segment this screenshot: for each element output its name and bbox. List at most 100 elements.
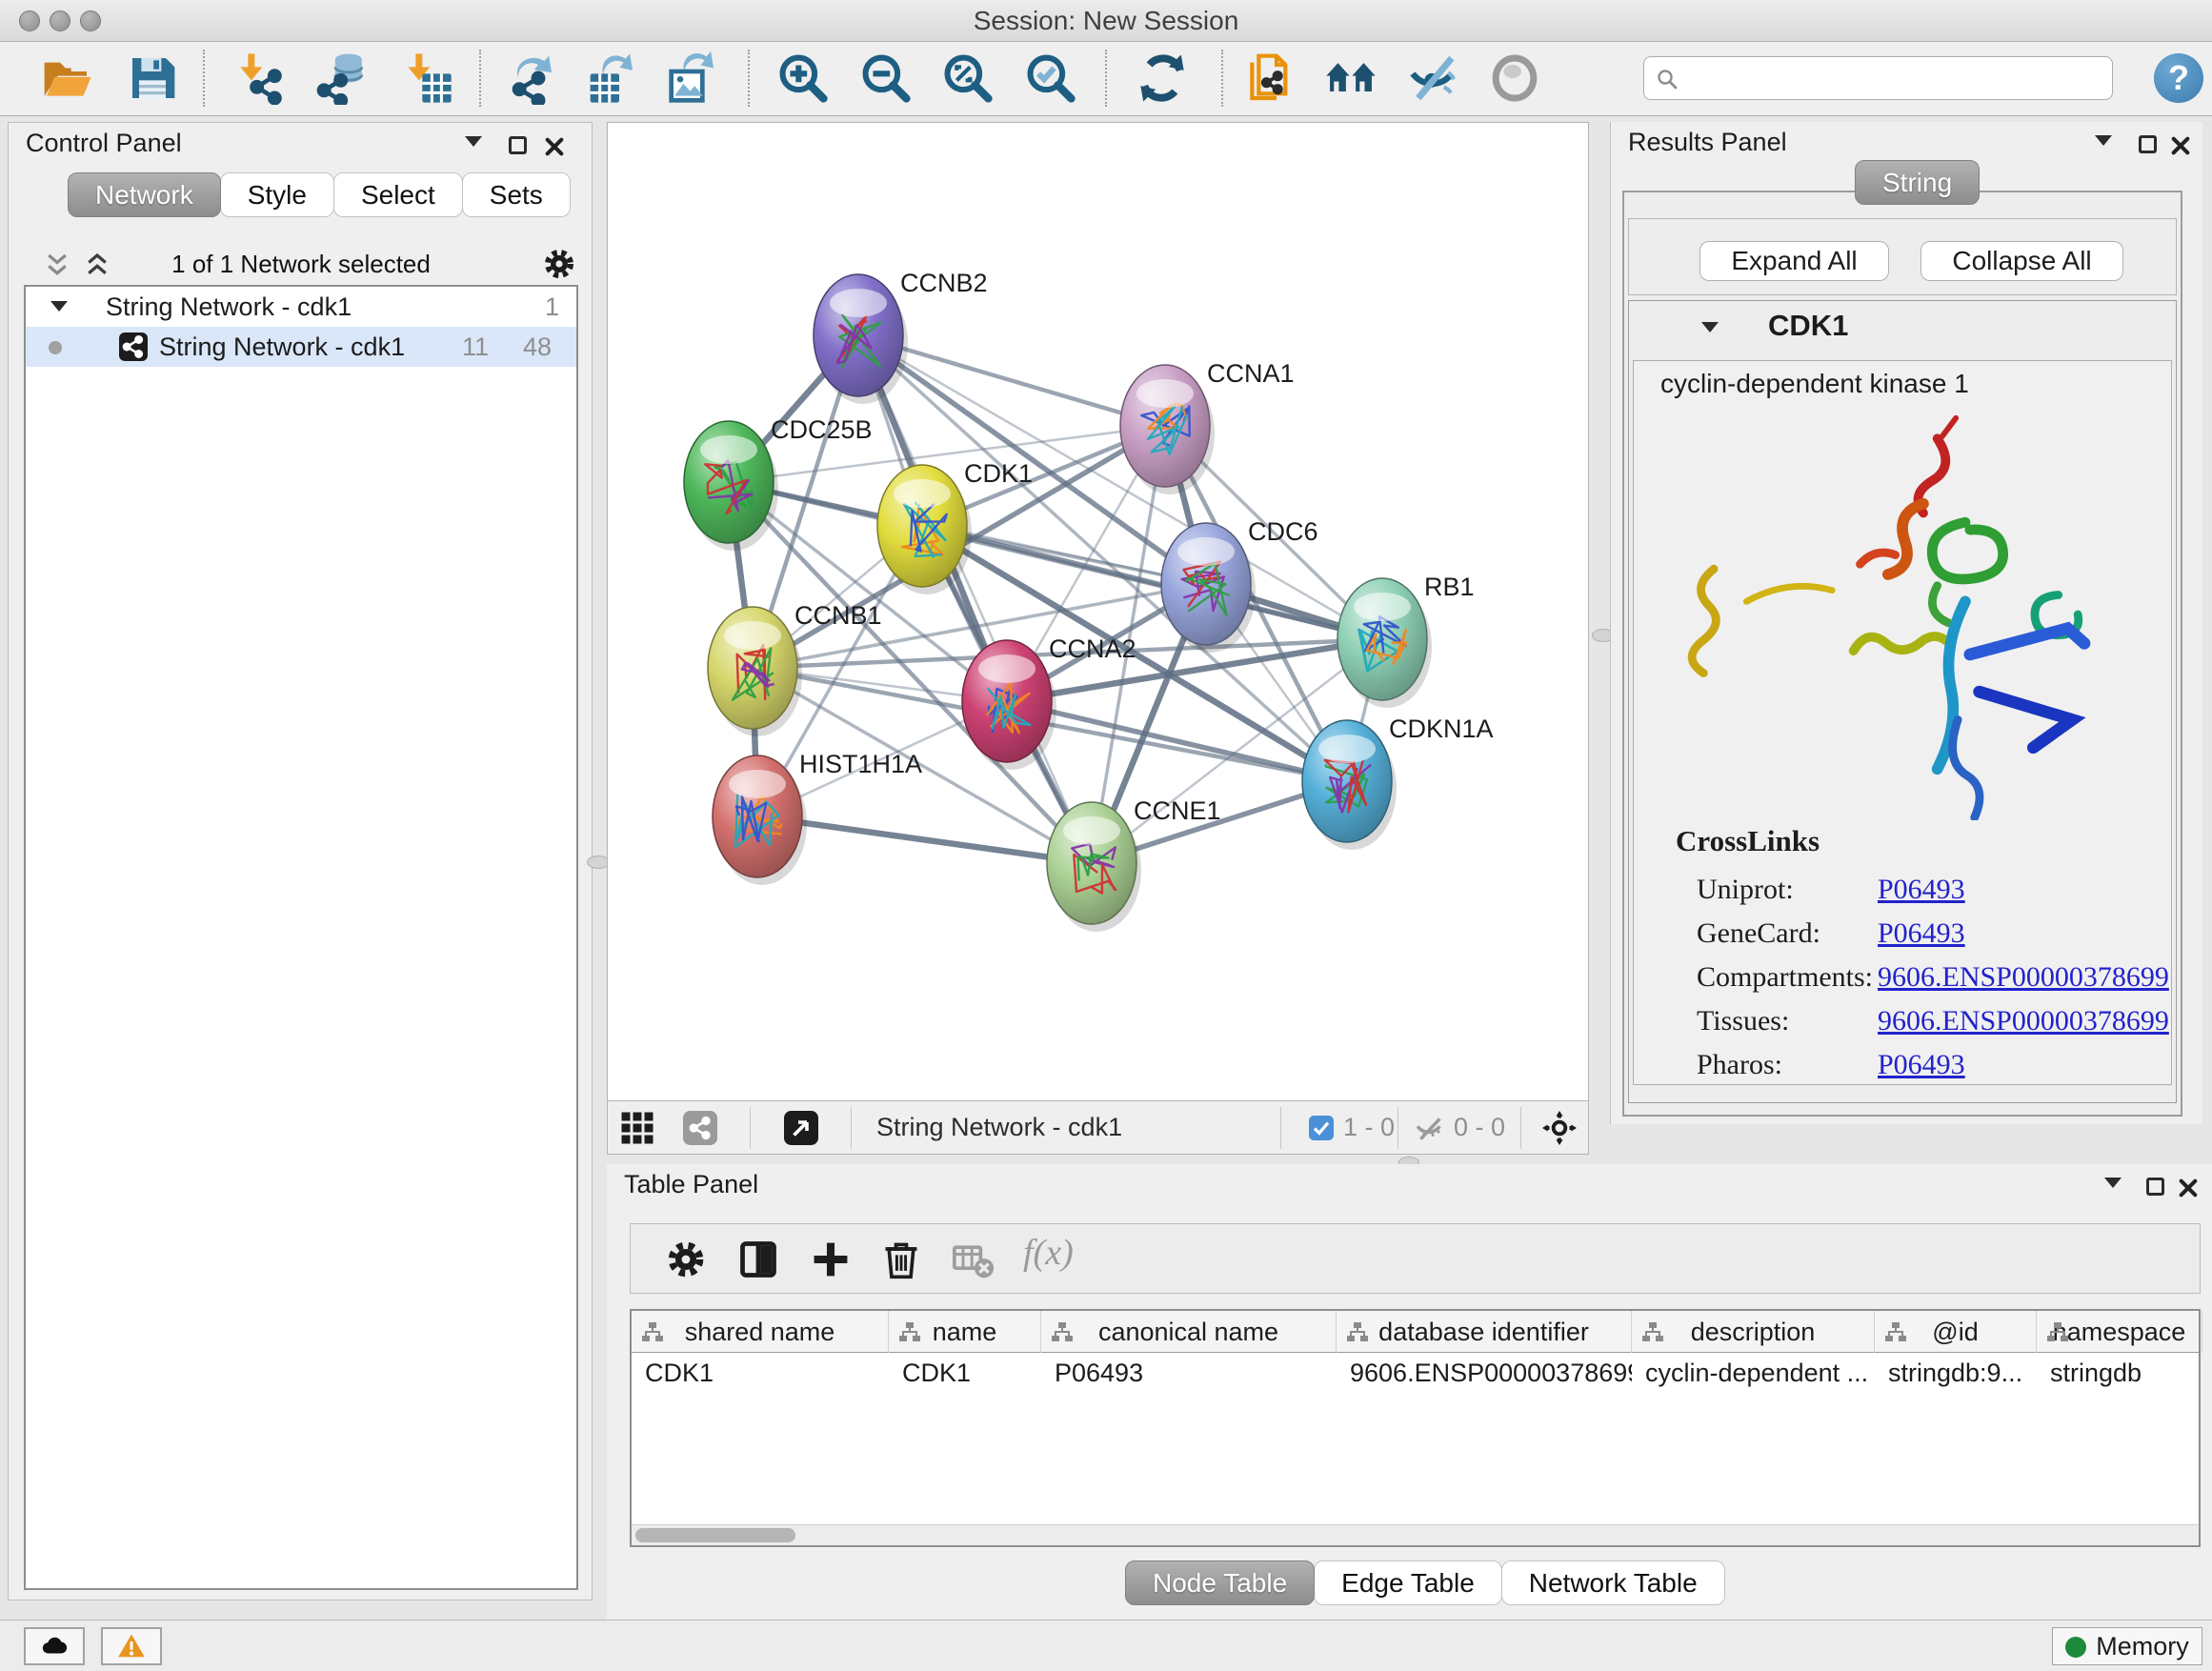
open-session-button[interactable] <box>40 51 93 105</box>
network-node-HIST1H1A[interactable]: HIST1H1A <box>713 750 922 885</box>
save-session-button[interactable] <box>126 51 179 105</box>
crosslink-link[interactable]: P06493 <box>1878 1043 1965 1087</box>
export-network-button[interactable] <box>505 51 558 105</box>
column-header-description[interactable]: description <box>1632 1311 1875 1353</box>
zoom-out-button[interactable] <box>859 51 913 105</box>
network-view-canvas[interactable]: CCNB2CCNA1CDC25BCDK1CDC6RB1CCNB1CCNA2CDK… <box>607 122 1589 1101</box>
hide-show-graphics-button[interactable] <box>1406 51 1459 105</box>
show-columns-icon[interactable] <box>737 1238 779 1280</box>
table-cell[interactable]: stringdb <box>2037 1353 2202 1393</box>
table-cell[interactable]: CDK1 <box>889 1353 1041 1393</box>
create-column-plus-icon[interactable] <box>810 1238 852 1280</box>
column-header-database-identifier[interactable]: database identifier <box>1337 1311 1632 1353</box>
column-header--id[interactable]: @id <box>1875 1311 2037 1353</box>
import-table-button[interactable] <box>400 51 453 105</box>
close-panel-icon[interactable] <box>2170 135 2191 161</box>
collapse-collection-icon[interactable] <box>50 301 68 312</box>
import-network-icon <box>232 51 286 105</box>
tab-sets[interactable]: Sets <box>462 172 571 217</box>
refresh-button[interactable] <box>1136 51 1189 105</box>
expand-all-button[interactable]: Expand All <box>1699 241 1889 281</box>
zoom-fit-button[interactable] <box>941 51 995 105</box>
export-table-button[interactable] <box>586 51 639 105</box>
gear-icon[interactable] <box>542 247 576 281</box>
network-node-CCNB2[interactable]: CCNB2 <box>814 269 988 404</box>
network-node-CDC6[interactable]: CDC6 <box>1161 517 1318 653</box>
network-node-CCNB1[interactable]: CCNB1 <box>708 601 882 736</box>
import-network-from-database-button[interactable] <box>316 51 370 105</box>
float-panel-icon[interactable] <box>2146 1178 2164 1196</box>
warnings-button[interactable] <box>101 1627 162 1665</box>
close-panel-icon[interactable] <box>2178 1178 2199 1203</box>
horizontal-scrollbar[interactable] <box>632 1524 2199 1545</box>
birdseye-view-icon[interactable] <box>784 1111 818 1145</box>
memory-label: Memory <box>2096 1632 2189 1661</box>
show-graphics-details-button[interactable] <box>1488 51 1541 105</box>
results-panel-title: Results Panel <box>1628 128 1787 157</box>
network-node-CDC25B[interactable]: CDC25B <box>684 415 873 551</box>
memory-button[interactable]: Memory <box>2052 1627 2202 1665</box>
delete-table-icon[interactable] <box>953 1238 995 1280</box>
float-panel-icon[interactable] <box>509 136 527 154</box>
tab-string[interactable]: String <box>1855 160 1980 205</box>
tab-network[interactable]: Network <box>68 172 221 217</box>
panel-menu-icon[interactable] <box>2095 135 2112 146</box>
column-header-namespace[interactable]: namespace <box>2037 1311 2202 1353</box>
column-header-name[interactable]: name <box>889 1311 1041 1353</box>
export-image-button[interactable] <box>667 51 720 105</box>
table-row[interactable]: CDK1CDK1P064939606.ENSP00000378699cyclin… <box>632 1353 2199 1393</box>
crosslink-link[interactable]: 9606.ENSP00000378699 <box>1878 999 2169 1043</box>
network-row-selected[interactable]: String Network - cdk1 11 48 <box>26 327 576 367</box>
selected-checkbox-icon[interactable] <box>1309 1116 1334 1140</box>
float-panel-icon[interactable] <box>2139 135 2157 153</box>
fit-content-crosshair-icon[interactable] <box>1542 1111 1577 1145</box>
protein-card-header[interactable]: CDK1 <box>1629 301 2176 358</box>
cloud-button[interactable] <box>24 1627 85 1665</box>
column-header-canonical-name[interactable]: canonical name <box>1041 1311 1337 1353</box>
import-network-button[interactable] <box>232 51 286 105</box>
network-edge[interactable] <box>1007 701 1347 781</box>
column-header-shared-name[interactable]: shared name <box>632 1311 889 1353</box>
crosslink-link[interactable]: P06493 <box>1878 868 1965 912</box>
expand-collapse-bar: Expand All Collapse All <box>1628 218 2177 295</box>
table-cell[interactable]: CDK1 <box>632 1353 889 1393</box>
crosslink-link[interactable]: P06493 <box>1878 912 1965 956</box>
table-cell[interactable]: cyclin-dependent ... <box>1632 1353 1875 1393</box>
crosslink-link[interactable]: 9606.ENSP00000378699 <box>1878 956 2169 999</box>
help-button[interactable]: ? <box>2154 53 2203 103</box>
tab-style[interactable]: Style <box>220 172 334 217</box>
tab-select[interactable]: Select <box>333 172 463 217</box>
network-node-CDK1[interactable]: CDK1 <box>877 459 1033 594</box>
zoom-selected-button[interactable] <box>1024 51 1077 105</box>
network-edge[interactable] <box>757 816 1092 863</box>
network-edge[interactable] <box>858 335 1092 863</box>
scrollbar-thumb[interactable] <box>635 1528 795 1542</box>
table-cell[interactable]: stringdb:9... <box>1875 1353 2037 1393</box>
zoom-in-button[interactable] <box>776 51 830 105</box>
home-view-button[interactable] <box>1324 51 1377 105</box>
table-cell[interactable]: P06493 <box>1041 1353 1337 1393</box>
close-panel-icon[interactable] <box>544 136 565 162</box>
crosslink-row: Pharos:P06493 <box>1676 1043 1820 1087</box>
table-cell[interactable]: 9606.ENSP00000378699 <box>1337 1353 1632 1393</box>
control-panel: Control Panel NetworkStyleSelectSets 1 o… <box>8 122 593 1601</box>
collapse-card-icon[interactable] <box>1701 322 1719 332</box>
network-collection-row[interactable]: String Network - cdk1 1 <box>26 287 576 327</box>
table-settings-gear-icon[interactable] <box>665 1238 707 1280</box>
network-node-RB1[interactable]: RB1 <box>1337 573 1475 708</box>
network-node-CCNA1[interactable]: CCNA1 <box>1120 359 1295 494</box>
panel-menu-icon[interactable] <box>2104 1178 2122 1188</box>
function-builder-button[interactable]: f(x) <box>1023 1232 1074 1274</box>
panel-menu-icon[interactable] <box>465 136 482 147</box>
delete-column-trash-icon[interactable] <box>880 1238 922 1280</box>
network-node-CDKN1A[interactable]: CDKN1A <box>1302 715 1494 850</box>
clone-network-button[interactable] <box>1243 51 1297 105</box>
tab-network-table[interactable]: Network Table <box>1501 1560 1725 1605</box>
network-share-icon[interactable] <box>683 1111 717 1145</box>
tab-edge-table[interactable]: Edge Table <box>1314 1560 1502 1605</box>
collapse-all-button[interactable]: Collapse All <box>1920 241 2123 281</box>
search-input[interactable] <box>1688 59 2098 97</box>
grid-view-icon[interactable] <box>620 1111 654 1145</box>
tab-node-table[interactable]: Node Table <box>1125 1560 1315 1605</box>
network-node-CCNE1[interactable]: CCNE1 <box>1047 796 1221 932</box>
